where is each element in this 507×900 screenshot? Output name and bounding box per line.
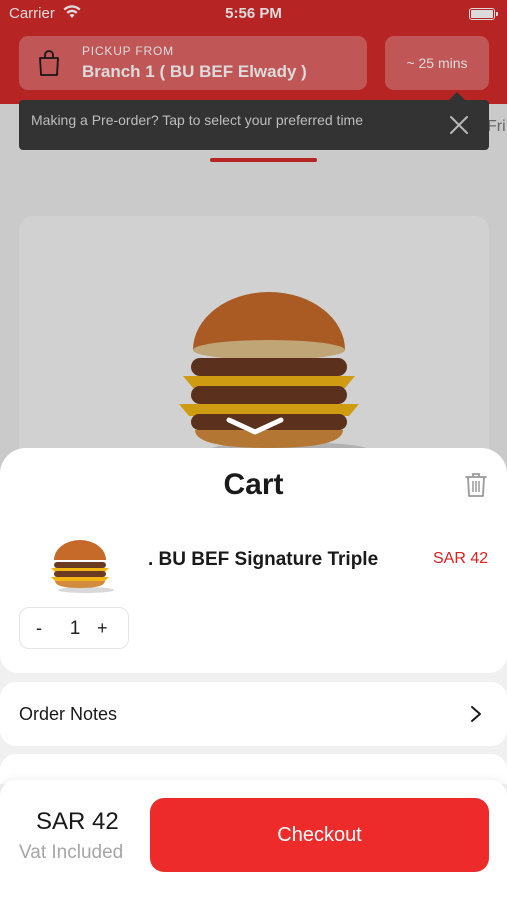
item-burger-thumbnail xyxy=(51,540,114,593)
vat-note: Vat Included xyxy=(19,842,124,863)
total-price: SAR 42 xyxy=(36,808,119,835)
quantity-value: 1 xyxy=(69,618,81,639)
checkout-footer: SAR 42 Vat Included Checkout xyxy=(0,780,507,900)
cart-title: Cart xyxy=(223,468,284,501)
cart-sheet: Cart . BU BEF Signature Triple SAR 42 - … xyxy=(0,448,507,900)
order-notes-label: Order Notes xyxy=(19,704,118,724)
chevron-down-icon[interactable] xyxy=(226,416,284,436)
quantity-stepper: - 1 + xyxy=(19,607,129,649)
cart-item-name: . BU BEF Signature Triple xyxy=(148,549,379,570)
order-notes-row[interactable]: Order Notes xyxy=(0,682,507,746)
checkout-button[interactable]: Checkout xyxy=(150,798,489,872)
cart-panel: Cart . BU BEF Signature Triple SAR 42 - … xyxy=(0,448,507,673)
trash-icon[interactable] xyxy=(464,472,488,498)
increase-quantity-button[interactable]: + xyxy=(97,618,108,639)
chevron-right-icon xyxy=(471,706,481,722)
cart-item-price: SAR 42 xyxy=(433,550,489,567)
